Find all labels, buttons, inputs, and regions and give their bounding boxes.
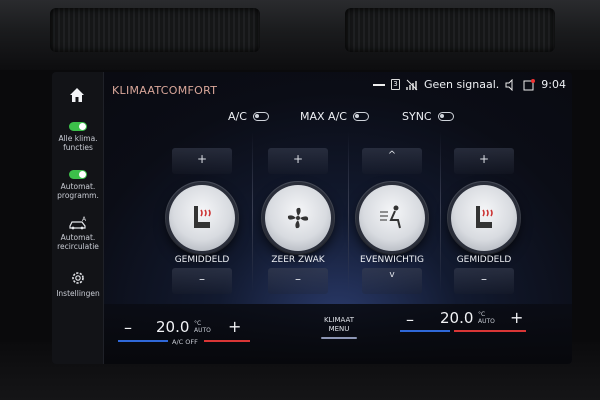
air-vent-right <box>345 8 555 52</box>
heated-seat-icon <box>476 206 493 228</box>
sidebar-item-label: Automat. <box>60 182 96 191</box>
max-ac-toggle-label: MAX A/C <box>300 110 347 123</box>
left-temp-plus-button[interactable]: + <box>228 317 241 336</box>
seat-heating-left-plus-button[interactable]: + <box>172 148 232 174</box>
seat-heating-right-dial[interactable] <box>451 185 517 251</box>
sidebar-item-label: functies <box>63 143 93 152</box>
air-distribution-level: EVENWICHTIG <box>360 255 424 265</box>
seat-heating-left-level: GEMIDDELD <box>174 255 230 265</box>
left-temp-mode: AUTO <box>194 327 211 334</box>
fan-speed-level: ZEER ZWAK <box>271 255 325 265</box>
status-line-icon <box>372 83 385 86</box>
seat-heating-left-minus-button[interactable]: – <box>172 268 232 294</box>
switch-off-icon <box>437 112 454 121</box>
right-temp-mode: AUTO <box>478 318 495 325</box>
svg-text:A: A <box>82 216 87 223</box>
right-temp-minus-button[interactable]: – <box>406 310 414 329</box>
sidebar-item-label: programm. <box>57 191 99 200</box>
speaker-icon[interactable] <box>505 78 517 91</box>
seated-person-airflow-icon <box>380 205 401 229</box>
toggle-on-icon <box>69 170 87 179</box>
clock-time: 9:04 <box>541 78 566 91</box>
sync-toggle-label: SYNC <box>402 110 432 123</box>
ac-off-label: A/C OFF <box>172 338 198 346</box>
status-bar: 3 Geen signaal. 9:04 <box>372 78 566 91</box>
air-vent-left <box>50 8 260 52</box>
fan-speed-dial[interactable] <box>265 185 331 251</box>
sidebar-item-auto-program[interactable]: Automat. programm. <box>52 170 104 200</box>
right-temp-unit: °C <box>478 311 486 318</box>
sidebar-item-label: recirculatie <box>57 242 99 251</box>
car-recirculation-icon: A <box>69 216 87 230</box>
sidebar-item-all-climate-functions[interactable]: Alle klima. functies <box>52 122 104 152</box>
right-temp-plus-button[interactable]: + <box>510 308 523 327</box>
cool-indicator <box>118 340 168 342</box>
fan-icon <box>287 207 309 229</box>
climate-toggles: A/C MAX A/C SYNC <box>52 110 572 126</box>
sim-badge: 3 <box>390 79 400 90</box>
temperature-bar: – 20.0 °C AUTO + A/C OFF KLIMAAT MENU – … <box>104 304 572 364</box>
sync-toggle[interactable]: SYNC <box>402 110 454 123</box>
left-temperature: 20.0 <box>156 318 190 336</box>
cool-indicator <box>400 330 450 332</box>
signal-status-text: Geen signaal. <box>423 78 500 91</box>
distribution-up-button[interactable]: ^ <box>362 148 422 174</box>
distribution-down-button[interactable]: v <box>362 268 422 294</box>
fan-minus-button[interactable]: – <box>268 268 328 294</box>
right-temperature: 20.0 <box>440 309 474 327</box>
ac-toggle[interactable]: A/C <box>228 110 269 123</box>
climate-menu-button[interactable]: KLIMAAT MENU <box>309 316 369 334</box>
left-temp-unit: °C <box>194 320 202 327</box>
notification-icon[interactable] <box>523 78 536 91</box>
dashboard-top-bezel <box>0 0 600 70</box>
air-distribution-dial[interactable] <box>359 185 425 251</box>
left-temp-minus-button[interactable]: – <box>124 318 132 337</box>
sidebar-item-auto-recirculation[interactable]: A Automat. recirculatie <box>52 216 104 251</box>
infotainment-screen: Alle klima. functies Automat. programm. … <box>52 72 572 364</box>
heat-indicator <box>454 330 526 332</box>
column-divider <box>440 132 441 292</box>
column-divider <box>348 132 349 292</box>
ac-toggle-label: A/C <box>228 110 247 123</box>
fan-plus-button[interactable]: + <box>268 148 328 174</box>
seat-heating-left-dial[interactable] <box>169 185 235 251</box>
switch-off-icon <box>252 112 269 121</box>
sidebar-item-settings[interactable]: Instellingen <box>52 270 104 298</box>
seat-heating-right-minus-button[interactable]: – <box>454 268 514 294</box>
climate-menu-label: MENU <box>328 325 350 333</box>
max-ac-toggle[interactable]: MAX A/C <box>300 110 369 123</box>
sidebar-item-label: Instellingen <box>56 289 100 298</box>
no-signal-icon <box>406 79 418 90</box>
page-title: KLIMAATCOMFORT <box>112 84 218 97</box>
sidebar-item-label: Automat. <box>60 233 96 242</box>
gear-icon <box>72 272 84 284</box>
heated-seat-icon <box>194 206 211 228</box>
column-divider <box>252 132 253 292</box>
menu-handle <box>321 337 357 339</box>
switch-off-icon <box>352 112 369 121</box>
heat-indicator <box>204 340 250 342</box>
home-icon[interactable] <box>68 86 86 104</box>
climate-menu-label: KLIMAAT <box>323 316 355 324</box>
sidebar-item-label: Alle klima. <box>58 134 98 143</box>
seat-heating-right-plus-button[interactable]: + <box>454 148 514 174</box>
seat-heating-right-level: GEMIDDELD <box>456 255 512 265</box>
